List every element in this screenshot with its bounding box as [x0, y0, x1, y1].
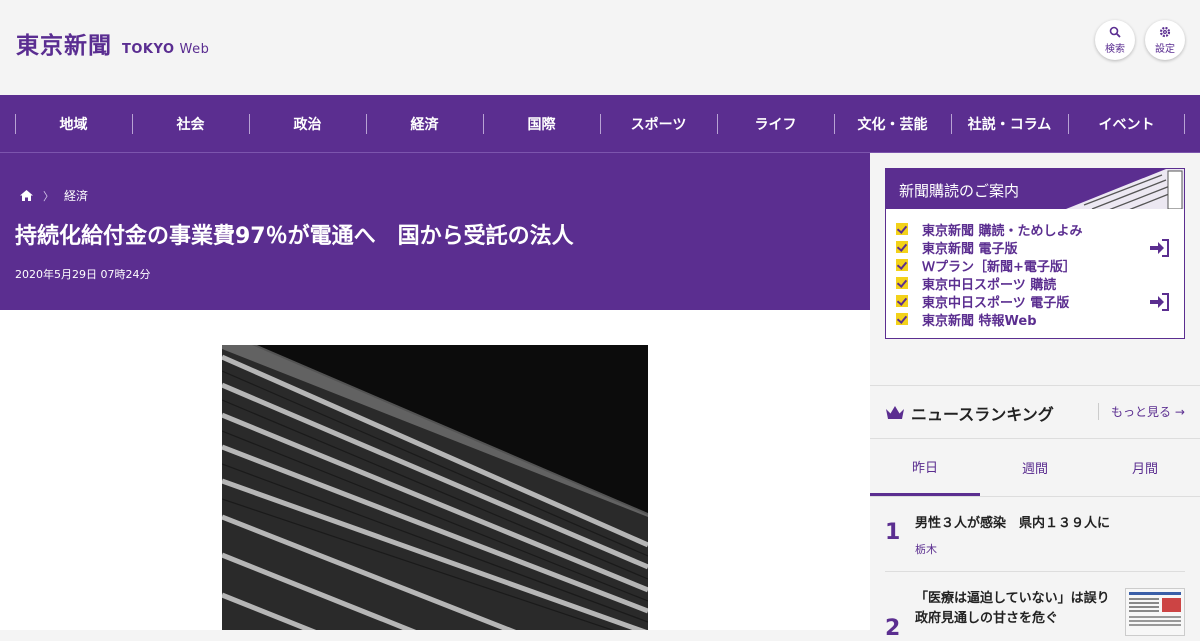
article-body: [0, 310, 870, 630]
settings-button[interactable]: 設定: [1145, 20, 1185, 60]
subscription-item[interactable]: 東京中日スポーツ 電子版: [896, 292, 1083, 311]
nav-item-sports[interactable]: スポーツ: [600, 95, 717, 153]
settings-label: 設定: [1155, 43, 1175, 55]
tab-monthly[interactable]: 月間: [1090, 439, 1200, 496]
subscription-item-label: Ｗプラン［新聞+電子版］: [922, 259, 1076, 275]
checkbox-icon: [896, 277, 908, 289]
crown-icon: [886, 406, 904, 419]
login-icon[interactable]: [1150, 239, 1170, 257]
article-title: 持続化給付金の事業費97％が電通へ 国から受託の法人: [15, 224, 574, 249]
rank-number: 2: [885, 616, 901, 641]
ranking-item[interactable]: 1 男性３人が感染 県内１３９人に 栃木: [885, 513, 1185, 573]
subscription-list: 東京新聞 購読・ためしよみ 東京新聞 電子版 Ｗプラン［新聞+電子版］ 東京中日…: [896, 220, 1083, 329]
subscription-item[interactable]: 東京新聞 特報Web: [896, 310, 1083, 329]
site-logo[interactable]: 東京新聞 TOKYO Web: [16, 26, 209, 60]
subscription-item-label: 東京新聞 電子版: [922, 241, 1018, 257]
breadcrumb-category[interactable]: 経済: [64, 187, 88, 204]
gear-icon: [1159, 26, 1171, 37]
rank-thumbnail: [1125, 588, 1185, 636]
arrow-right-icon: →: [1174, 405, 1185, 419]
subscription-box: 新聞購読のご案内 東京新聞 購読・ためしよみ 東京新聞 電子版 Ｗプラン［新聞+…: [885, 168, 1185, 339]
nav-item-economy[interactable]: 経済: [366, 95, 483, 153]
checkbox-icon: [896, 259, 908, 271]
nav-item-region[interactable]: 地域: [15, 95, 132, 153]
nav-item-events[interactable]: イベント: [1068, 95, 1185, 153]
subscription-item-label: 東京新聞 購読・ためしよみ: [922, 223, 1083, 239]
building-photo-image: [222, 345, 648, 630]
tab-weekly[interactable]: 週間: [980, 439, 1090, 496]
main-nav: 地域 社会 政治 経済 国際 スポーツ ライフ 文化・芸能 社説・コラム イベン…: [0, 95, 1200, 153]
breadcrumb-separator-icon: 〉: [43, 189, 54, 203]
article-header: 〉 経済 持続化給付金の事業費97％が電通へ 国から受託の法人 2020年5月2…: [0, 153, 870, 310]
nav-item-international[interactable]: 国際: [483, 95, 600, 153]
subscription-header[interactable]: 新聞購読のご案内: [886, 169, 1184, 209]
subscription-heading: 新聞購読のご案内: [899, 182, 1020, 200]
rank-headline: 「医療は逼迫していない」は誤り 政府見通しの甘さを危ぐ: [915, 591, 1123, 626]
nav-item-editorial[interactable]: 社説・コラム: [951, 95, 1068, 153]
subscription-item-label: 東京中日スポーツ 購読: [922, 277, 1057, 293]
login-icon[interactable]: [1150, 293, 1170, 311]
rank-number: 1: [885, 520, 901, 545]
subscription-item[interactable]: 東京中日スポーツ 購読: [896, 274, 1083, 293]
search-button[interactable]: 検索: [1095, 20, 1135, 60]
sidebar: 新聞購読のご案内 東京新聞 購読・ためしよみ 東京新聞 電子版 Ｗプラン［新聞+…: [870, 153, 1200, 641]
nav-item-life[interactable]: ライフ: [717, 95, 834, 153]
logo-english: TOKYO Web: [122, 42, 209, 57]
article-photo: [222, 345, 648, 630]
article-date: 2020年5月29日 07時24分: [15, 268, 151, 281]
logo-japanese: 東京新聞: [16, 32, 112, 59]
nav-item-culture[interactable]: 文化・芸能: [834, 95, 951, 153]
divider: [870, 385, 1200, 386]
article-thumbnail-image: [1126, 589, 1184, 635]
ranking-title: ニュースランキング: [911, 405, 1054, 424]
subscription-item[interactable]: 東京新聞 電子版: [896, 238, 1083, 257]
ranking-more-label: もっと見る: [1111, 405, 1172, 419]
logo-web: Web: [179, 42, 210, 57]
rank-tag: 栃木: [915, 543, 937, 556]
subscription-item-label: 東京新聞 特報Web: [922, 313, 1037, 329]
ranking-tabs: 昨日 週間 月間: [870, 438, 1200, 497]
home-icon[interactable]: [20, 190, 33, 201]
logo-tokyo: TOKYO: [122, 42, 175, 57]
ranking-header: ニュースランキング: [885, 401, 1054, 425]
ranking-item[interactable]: 2 「医療は逼迫していない」は誤り 政府見通しの甘さを危ぐ: [885, 588, 1185, 641]
checkbox-icon: [896, 295, 908, 307]
subscription-item[interactable]: 東京新聞 購読・ためしよみ: [896, 220, 1083, 239]
site-header: 東京新聞 TOKYO Web 検索 設定: [0, 0, 1200, 95]
subscription-item[interactable]: Ｗプラン［新聞+電子版］: [896, 256, 1083, 275]
subscription-item-label: 東京中日スポーツ 電子版: [922, 295, 1070, 311]
ranking-more-link[interactable]: もっと見る →: [1098, 403, 1185, 420]
tab-yesterday[interactable]: 昨日: [870, 439, 980, 496]
divider: [885, 571, 1185, 572]
search-label: 検索: [1105, 43, 1125, 55]
breadcrumb: 〉 経済: [20, 187, 88, 204]
search-icon: [1109, 26, 1121, 38]
newspaper-image: [1066, 169, 1184, 209]
checkbox-icon: [896, 241, 908, 253]
nav-item-politics[interactable]: 政治: [249, 95, 366, 153]
checkbox-icon: [896, 223, 908, 235]
rank-headline: 男性３人が感染 県内１３９人に: [915, 516, 1111, 531]
nav-item-society[interactable]: 社会: [132, 95, 249, 153]
checkbox-icon: [896, 313, 908, 325]
